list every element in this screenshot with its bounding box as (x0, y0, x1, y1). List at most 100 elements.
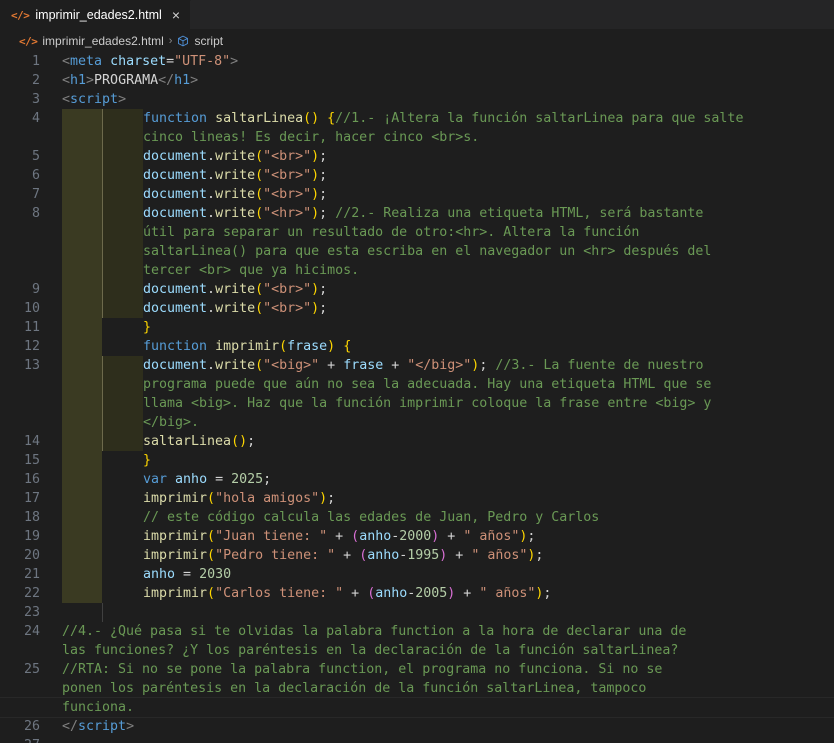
code-line[interactable]: 1 <meta charset="UTF-8"> (0, 52, 834, 71)
code-line[interactable]: 23 (0, 603, 834, 622)
code-line-text[interactable]: document.write("<big>" + frase + "</big>… (143, 356, 834, 375)
code-line[interactable]: llama <big>. Haz que la función imprimir… (0, 394, 834, 413)
code-line-text[interactable]: programa puede que aún no sea la adecuad… (143, 375, 834, 394)
code-line[interactable]: </big>. (0, 413, 834, 432)
code-line-text[interactable]: saltarLinea() para que esta escriba en e… (143, 242, 834, 261)
code-line[interactable]: 11} (0, 318, 834, 337)
code-line-text[interactable] (62, 736, 834, 743)
code-line[interactable]: 13 document.write("<big>" + frase + "</bi… (0, 356, 834, 375)
code-token: anho (367, 548, 400, 563)
code-line[interactable]: 24 //4.- ¿Qué pasa si te olvidas la palab… (0, 622, 834, 641)
code-line[interactable]: 7 document.write("<br>"); (0, 185, 834, 204)
code-line-text[interactable]: document.write("<hr>"); //2.- Realiza un… (143, 204, 834, 223)
code-token: = (166, 54, 175, 69)
line-number: 19 (23, 529, 40, 544)
code-line[interactable]: 18 // este código calcula las edades de J… (0, 508, 834, 527)
code-line[interactable]: cinco lineas! Es decir, hacer cinco <br>… (0, 128, 834, 147)
code-line-text[interactable]: document.write("<br>"); (143, 280, 834, 299)
region-highlight-band (62, 470, 102, 489)
code-line-text[interactable]: útil para separar un resultado de otro:<… (143, 223, 834, 242)
code-line[interactable]: 8 document.write("<hr>"); //2.- Realiza u… (0, 204, 834, 223)
code-line[interactable]: 27 (0, 736, 834, 743)
code-line-text[interactable]: document.write("<br>"); (143, 147, 834, 166)
code-line-text[interactable]: var anho = 2025; (143, 470, 834, 489)
code-line-text[interactable]: } (143, 318, 834, 337)
code-line-text[interactable]: document.write("<br>"); (143, 185, 834, 204)
code-token: PROGRAMA (94, 73, 159, 88)
code-lines-container[interactable]: 1 <meta charset="UTF-8"> 2 <h1>PROGRAMA</h1… (0, 52, 834, 743)
code-token: write (215, 187, 256, 202)
code-line[interactable]: 2 <h1>PROGRAMA</h1> (0, 71, 834, 90)
line-number (0, 242, 62, 261)
code-line-text[interactable]: </script> (62, 717, 834, 736)
indent-shade (103, 242, 143, 261)
code-line-text[interactable]: //RTA: Si no se pone la palabra function… (62, 660, 834, 679)
code-line[interactable]: 15} (0, 451, 834, 470)
code-line[interactable]: 3 <script> (0, 90, 834, 109)
code-line[interactable]: 9 document.write("<br>"); (0, 280, 834, 299)
code-line-text[interactable]: imprimir("hola amigos"); (143, 489, 834, 508)
code-line[interactable]: 22 imprimir("Carlos tiene: " + (anho-2005… (0, 584, 834, 603)
code-line-text[interactable]: las funciones? ¿Y los paréntesis en la d… (62, 641, 834, 660)
line-number: 24 (23, 624, 40, 639)
code-line[interactable]: las funciones? ¿Y los paréntesis en la d… (0, 641, 834, 660)
code-line-text[interactable]: document.write("<br>"); (143, 166, 834, 185)
code-line[interactable]: programa puede que aún no sea la adecuad… (0, 375, 834, 394)
code-line-text[interactable]: llama <big>. Haz que la función imprimir… (143, 394, 834, 413)
code-line-text[interactable]: function saltarLinea() {//1.- ¡Altera la… (143, 109, 834, 128)
code-editor[interactable]: 1 <meta charset="UTF-8"> 2 <h1>PROGRAMA</h1… (0, 52, 834, 743)
code-line[interactable]: 4 function saltarLinea() {//1.- ¡Altera l… (0, 109, 834, 128)
code-line-text[interactable]: document.write("<br>"); (143, 299, 834, 318)
line-number: 7 (31, 187, 40, 202)
close-icon[interactable]: × (172, 8, 180, 22)
code-line[interactable]: 17 imprimir("hola amigos"); (0, 489, 834, 508)
code-line-text[interactable]: ponen los paréntesis en la declaración d… (62, 679, 834, 698)
code-line[interactable]: 19 imprimir("Juan tiene: " + (anho-2000) … (0, 527, 834, 546)
code-line-text[interactable]: <script> (62, 90, 834, 109)
code-line[interactable]: ponen los paréntesis en la declaración d… (0, 679, 834, 698)
code-line-text[interactable]: function imprimir(frase) { (143, 337, 834, 356)
code-token: 1995 (407, 548, 440, 563)
code-line-text[interactable]: imprimir("Juan tiene: " + (anho-2000) + … (143, 527, 834, 546)
code-line-text[interactable]: tercer <br> que ya hicimos. (143, 261, 834, 280)
code-token: h1 (70, 73, 87, 88)
code-line[interactable]: funciona. (0, 697, 834, 718)
code-token: document (143, 206, 208, 221)
code-line-text[interactable]: // este código calcula las edades de Jua… (143, 508, 834, 527)
code-token: < (62, 73, 71, 88)
code-line[interactable]: 12 function imprimir(frase) { (0, 337, 834, 356)
line-number (0, 679, 62, 698)
line-number: 3 (31, 92, 40, 107)
code-line-text[interactable]: anho = 2030 (143, 565, 834, 584)
code-line-text[interactable]: </big>. (143, 413, 834, 432)
code-line[interactable]: 21 anho = 2030 (0, 565, 834, 584)
code-line[interactable]: 14 saltarLinea(); (0, 432, 834, 451)
code-line-text[interactable]: //4.- ¿Qué pasa si te olvidas la palabra… (62, 622, 834, 641)
code-token: frase (287, 339, 328, 354)
code-line[interactable]: 20 imprimir("Pedro tiene: " + (anho-1995)… (0, 546, 834, 565)
code-line-text[interactable]: <meta charset="UTF-8"> (62, 52, 834, 71)
code-line-text[interactable]: imprimir("Pedro tiene: " + (anho-1995) +… (143, 546, 834, 565)
code-token: write (215, 168, 256, 183)
code-line[interactable]: 10 document.write("<br>"); (0, 299, 834, 318)
code-line[interactable]: 25 //RTA: Si no se pone la palabra functi… (0, 660, 834, 679)
breadcrumb-file[interactable]: imprimir_edades2.html (42, 34, 163, 48)
code-line-text[interactable]: saltarLinea(); (143, 432, 834, 451)
code-line-text[interactable] (63, 603, 834, 622)
code-line-text[interactable]: cinco lineas! Es decir, hacer cinco <br>… (143, 128, 834, 147)
code-line-text[interactable]: } (143, 451, 834, 470)
code-line[interactable]: 16 var anho = 2025; (0, 470, 834, 489)
code-line-text[interactable]: imprimir("Carlos tiene: " + (anho-2005) … (143, 584, 834, 603)
editor-tab-imprimir-edades2-html[interactable]: </> imprimir_edades2.html × (0, 0, 191, 29)
code-line[interactable]: 5 document.write("<br>"); (0, 147, 834, 166)
code-line[interactable]: tercer <br> que ya hicimos. (0, 261, 834, 280)
code-line[interactable]: 26 </script> (0, 717, 834, 736)
code-line[interactable]: útil para separar un resultado de otro:<… (0, 223, 834, 242)
breadcrumb-symbol[interactable]: script (194, 34, 223, 48)
code-token: h1 (174, 73, 191, 88)
code-line-text[interactable]: funciona. (62, 698, 834, 717)
code-line[interactable]: 6 document.write("<br>"); (0, 166, 834, 185)
code-line[interactable]: saltarLinea() para que esta escriba en e… (0, 242, 834, 261)
line-number: 17 (23, 491, 40, 506)
code-line-text[interactable]: <h1>PROGRAMA</h1> (62, 71, 834, 90)
